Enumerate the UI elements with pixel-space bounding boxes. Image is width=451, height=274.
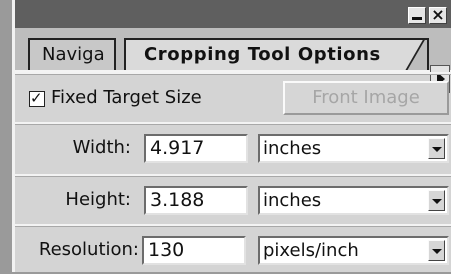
tab-row: Naviga Cropping Tool Options [15, 28, 451, 93]
resolution-row: Resolution: 130 pixels/inch [15, 224, 451, 274]
options-row: ✓ Fixed Target Size Front Image [15, 72, 451, 124]
cropping-tool-palette: × Naviga Cropping Tool Options ✓ Fixed T… [12, 0, 451, 272]
palette-titlebar[interactable]: × [15, 0, 451, 28]
checkmark-icon: ✓ [30, 89, 43, 107]
resolution-unit-select[interactable]: pixels/inch [258, 236, 449, 265]
resolution-label: Resolution: [38, 239, 139, 260]
width-row: Width: 4.917 inches [15, 122, 451, 176]
height-input[interactable]: 3.188 [144, 186, 248, 215]
width-input[interactable]: 4.917 [144, 134, 248, 163]
width-unit-select[interactable]: inches [258, 134, 449, 163]
height-row: Height: 3.188 inches [15, 174, 451, 226]
close-icon: × [431, 5, 445, 24]
tab-cropping-tool-options[interactable]: Cropping Tool Options [124, 38, 429, 70]
height-unit-value: inches [263, 190, 322, 211]
tab-navigator[interactable]: Naviga [28, 38, 116, 70]
minimize-button[interactable] [408, 7, 426, 24]
resolution-input[interactable]: 130 [142, 236, 246, 265]
fixed-target-size-checkbox[interactable]: ✓ [29, 89, 45, 107]
chevron-down-icon[interactable] [428, 240, 445, 261]
close-button[interactable]: × [429, 5, 447, 24]
width-unit-value: inches [263, 138, 322, 159]
width-label: Width: [72, 137, 131, 158]
resolution-unit-value: pixels/inch [263, 240, 359, 261]
height-label: Height: [65, 189, 131, 210]
chevron-down-icon[interactable] [428, 138, 445, 159]
fixed-target-size-label[interactable]: Fixed Target Size [51, 87, 202, 108]
height-unit-select[interactable]: inches [258, 186, 449, 215]
front-image-button[interactable]: Front Image [283, 81, 449, 115]
chevron-down-icon[interactable] [428, 190, 445, 211]
